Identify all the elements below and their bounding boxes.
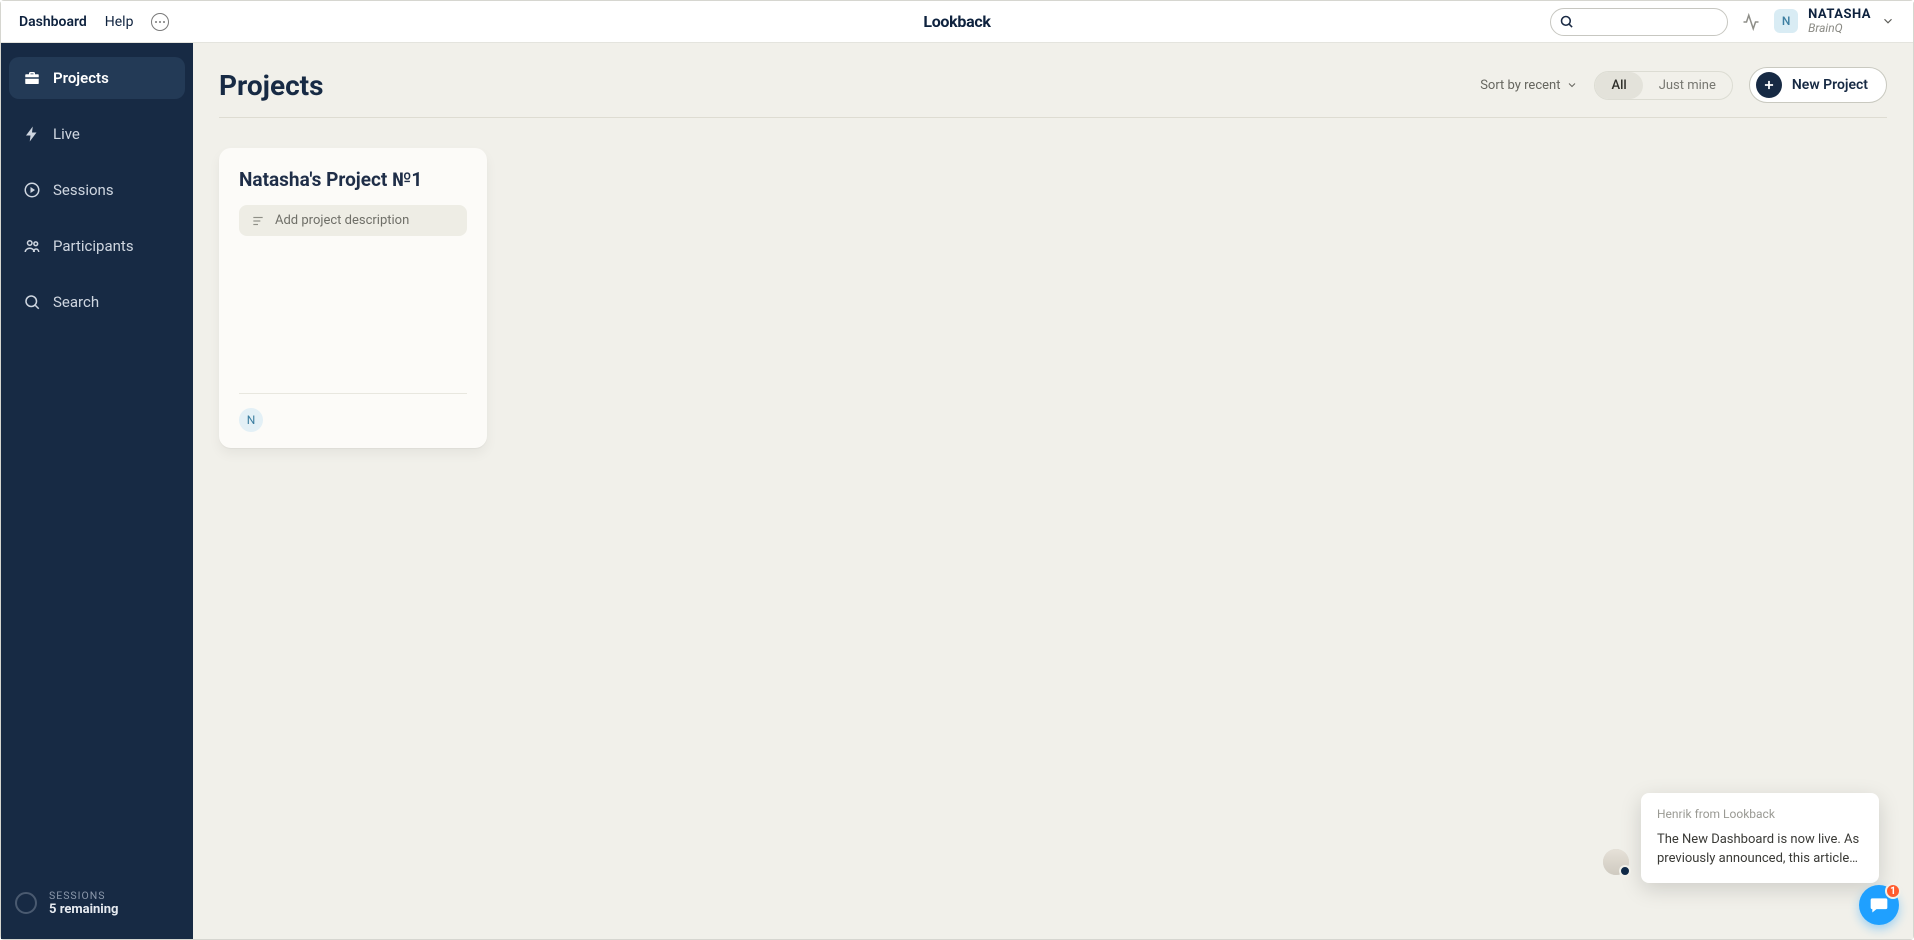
sidebar-item-label: Participants bbox=[53, 237, 134, 255]
filter-segmented: All Just mine bbox=[1594, 71, 1732, 100]
sidebar-item-sessions[interactable]: Sessions bbox=[9, 169, 185, 211]
add-description-button[interactable]: Add project description bbox=[239, 205, 467, 236]
sessions-value: 5 remaining bbox=[49, 902, 118, 917]
play-circle-icon bbox=[23, 181, 41, 199]
notification-from: Henrik from Lookback bbox=[1657, 807, 1863, 821]
project-title: Natasha's Project №1 bbox=[239, 168, 467, 191]
sessions-remaining[interactable]: SESSIONS 5 remaining bbox=[9, 885, 185, 923]
notification-avatar bbox=[1603, 849, 1629, 875]
page-title: Projects bbox=[219, 69, 324, 102]
dashboard-link[interactable]: Dashboard bbox=[19, 14, 87, 30]
sidebar-item-label: Search bbox=[53, 293, 99, 311]
search-icon bbox=[1559, 14, 1574, 29]
logo: Lookback bbox=[923, 12, 990, 31]
sidebar-item-label: Projects bbox=[53, 69, 109, 87]
sidebar-item-label: Sessions bbox=[53, 181, 114, 199]
progress-ring-icon bbox=[15, 892, 37, 914]
people-icon bbox=[23, 237, 41, 255]
help-link[interactable]: Help bbox=[105, 14, 134, 30]
user-name: NATASHA bbox=[1808, 8, 1871, 22]
chat-badge: 1 bbox=[1885, 883, 1901, 899]
sidebar-item-label: Live bbox=[53, 125, 80, 143]
filter-just-mine[interactable]: Just mine bbox=[1643, 72, 1732, 99]
new-project-button[interactable]: New Project bbox=[1749, 67, 1887, 103]
project-card[interactable]: Natasha's Project №1 Add project descrip… bbox=[219, 148, 487, 448]
sidebar-item-participants[interactable]: Participants bbox=[9, 225, 185, 267]
briefcase-icon bbox=[23, 69, 41, 87]
avatar: N bbox=[1774, 9, 1798, 33]
notification-body: The New Dashboard is now live. As previo… bbox=[1657, 831, 1863, 869]
sort-button[interactable]: Sort by recent bbox=[1480, 78, 1578, 93]
sidebar-item-projects[interactable]: Projects bbox=[9, 57, 185, 99]
sort-label: Sort by recent bbox=[1480, 78, 1560, 93]
user-menu[interactable]: N NATASHA BrainQ bbox=[1774, 8, 1895, 35]
search-input[interactable] bbox=[1550, 8, 1728, 36]
more-icon bbox=[155, 21, 165, 23]
chevron-down-icon bbox=[1881, 14, 1895, 28]
chat-bubble[interactable]: 1 bbox=[1859, 885, 1899, 925]
sidebar-item-search[interactable]: Search bbox=[9, 281, 185, 323]
filter-all[interactable]: All bbox=[1595, 72, 1642, 99]
notification-popup[interactable]: Henrik from Lookback The New Dashboard i… bbox=[1641, 793, 1879, 883]
chevron-down-icon bbox=[1566, 79, 1578, 91]
search-icon bbox=[23, 293, 41, 311]
user-org: BrainQ bbox=[1808, 22, 1871, 35]
member-avatar: N bbox=[239, 408, 263, 432]
activity-icon[interactable] bbox=[1742, 13, 1760, 31]
chat-icon bbox=[1869, 895, 1889, 915]
plus-icon bbox=[1756, 72, 1782, 98]
new-project-label: New Project bbox=[1792, 77, 1868, 93]
sidebar-item-live[interactable]: Live bbox=[9, 113, 185, 155]
add-description-label: Add project description bbox=[275, 213, 409, 228]
sessions-label: SESSIONS bbox=[49, 889, 118, 902]
text-lines-icon bbox=[251, 214, 265, 228]
notification-avatar-badge bbox=[1619, 865, 1631, 877]
lightning-icon bbox=[23, 125, 41, 143]
more-menu-button[interactable] bbox=[151, 13, 169, 31]
